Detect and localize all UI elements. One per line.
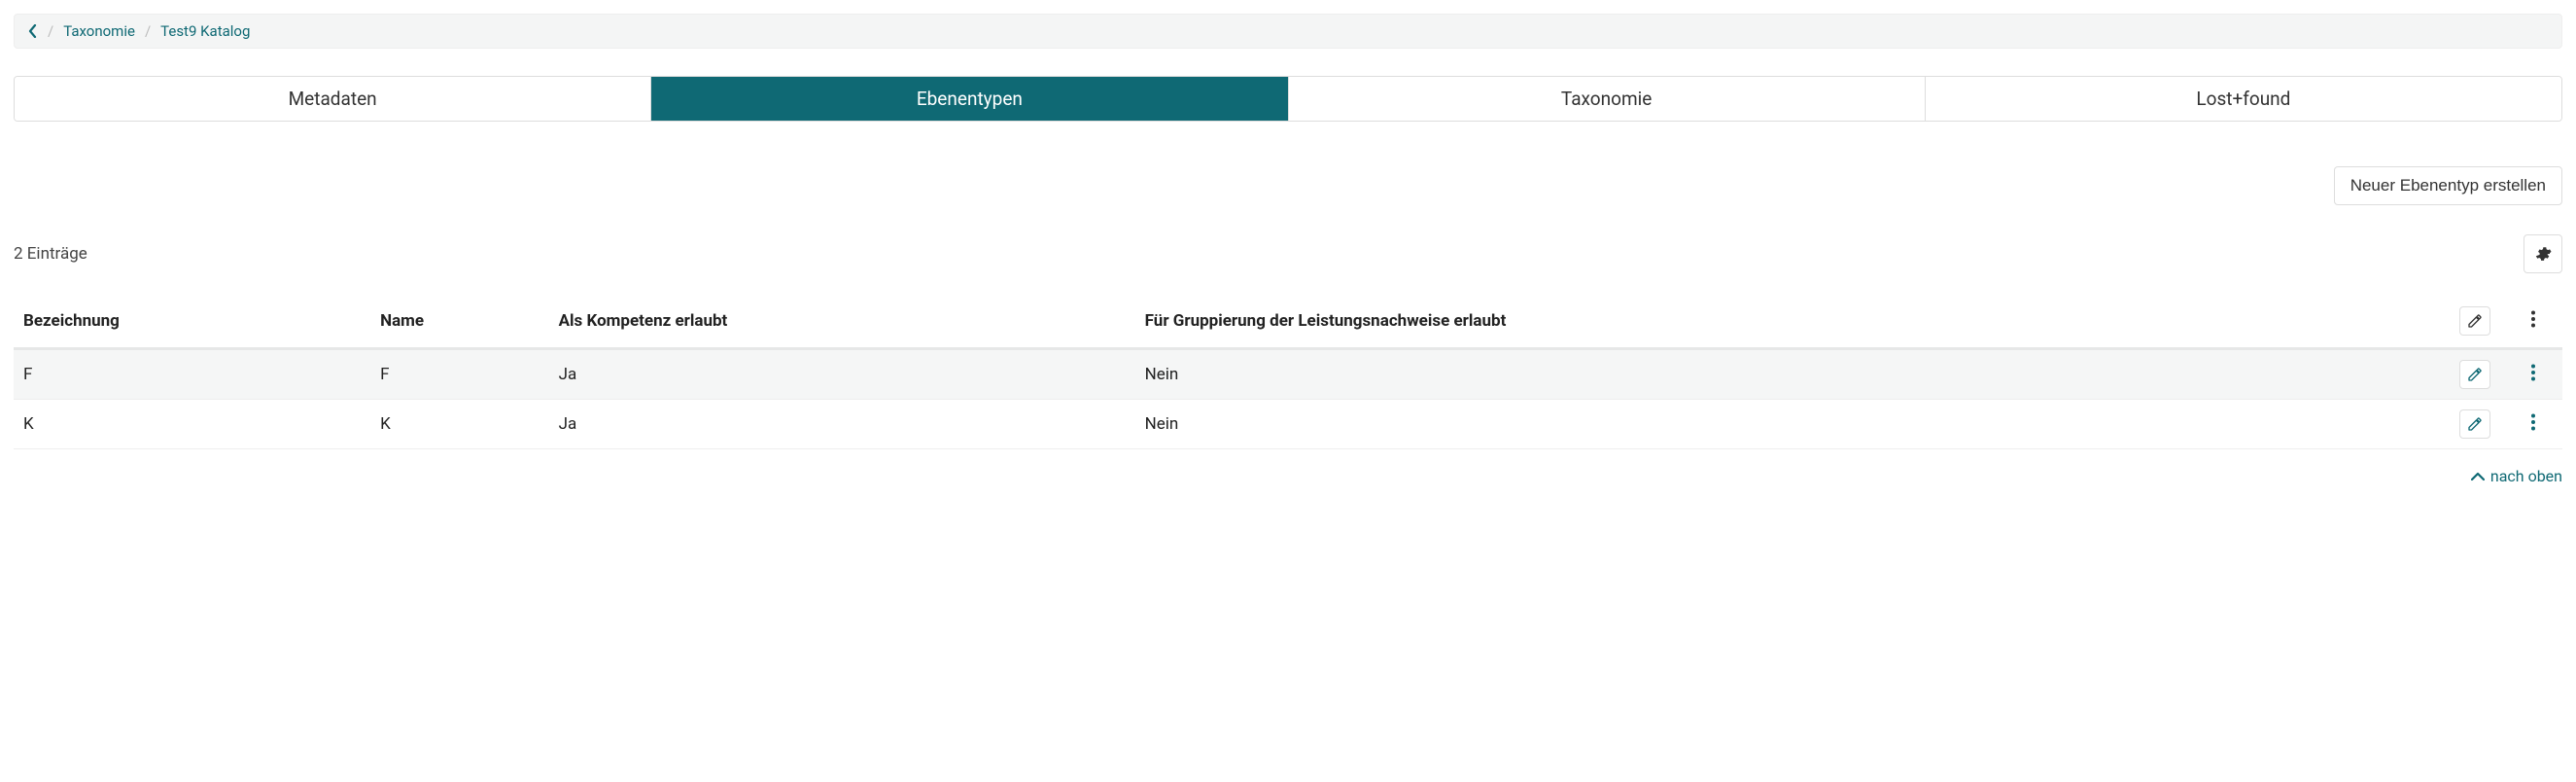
- col-header-kompetenz: Als Kompetenz erlaubt: [549, 295, 1135, 349]
- breadcrumb-item-taxonomie[interactable]: Taxonomie: [63, 22, 135, 40]
- tab-metadaten[interactable]: Metadaten: [15, 77, 651, 121]
- tab-ebenentypen[interactable]: Ebenentypen: [651, 77, 1288, 121]
- row-edit-button[interactable]: [2459, 409, 2490, 439]
- breadcrumb-sep: /: [145, 22, 151, 40]
- chevron-left-icon: [28, 24, 38, 38]
- cell-bezeichnung: F: [14, 349, 370, 400]
- tab-taxonomie[interactable]: Taxonomie: [1289, 77, 1926, 121]
- tabs: Metadaten Ebenentypen Taxonomie Lost+fou…: [14, 76, 2562, 122]
- gear-icon: [2534, 245, 2552, 263]
- cell-kompetenz: Ja: [549, 349, 1135, 400]
- cell-gruppierung: Nein: [1135, 400, 2446, 449]
- row-menu-button[interactable]: [2530, 413, 2536, 431]
- cell-name: K: [370, 400, 549, 449]
- edit-icon: [2467, 367, 2483, 382]
- table-row: K K Ja Nein: [14, 400, 2562, 449]
- table-settings-button[interactable]: [2524, 234, 2562, 273]
- col-header-gruppierung: Für Gruppierung der Leistungsnachweise e…: [1135, 295, 2446, 349]
- row-menu-button[interactable]: [2530, 364, 2536, 381]
- breadcrumb-item-katalog[interactable]: Test9 Katalog: [160, 22, 250, 40]
- col-header-name: Name: [370, 295, 549, 349]
- cell-kompetenz: Ja: [549, 400, 1135, 449]
- entries-row: 2 Einträge: [14, 234, 2562, 273]
- col-header-bezeichnung: Bezeichnung: [14, 295, 370, 349]
- table-row: F F Ja Nein: [14, 349, 2562, 400]
- edit-icon: [2467, 313, 2483, 329]
- edit-icon: [2467, 416, 2483, 432]
- new-ebenentyp-button[interactable]: Neuer Ebenentyp erstellen: [2334, 166, 2562, 205]
- cell-name: F: [370, 349, 549, 400]
- row-edit-button[interactable]: [2459, 360, 2490, 389]
- breadcrumb: / Taxonomie / Test9 Katalog: [14, 14, 2562, 49]
- chevron-up-icon: [2471, 472, 2485, 481]
- bulk-edit-button[interactable]: [2459, 306, 2490, 336]
- back-to-top-link[interactable]: nach oben: [14, 467, 2562, 485]
- kebab-icon: [2530, 364, 2536, 381]
- bulk-menu-button[interactable]: [2530, 310, 2536, 328]
- cell-bezeichnung: K: [14, 400, 370, 449]
- action-row: Neuer Ebenentyp erstellen: [14, 166, 2562, 205]
- entries-count-label: 2 Einträge: [14, 244, 87, 264]
- cell-gruppierung: Nein: [1135, 349, 2446, 400]
- back-to-top-label: nach oben: [2490, 467, 2562, 485]
- kebab-icon: [2530, 310, 2536, 328]
- breadcrumb-back[interactable]: [28, 24, 38, 38]
- kebab-icon: [2530, 413, 2536, 431]
- ebenentypen-table: Bezeichnung Name Als Kompetenz erlaubt F…: [14, 295, 2562, 449]
- table-header-row: Bezeichnung Name Als Kompetenz erlaubt F…: [14, 295, 2562, 349]
- breadcrumb-sep: /: [48, 22, 53, 40]
- tab-lostfound[interactable]: Lost+found: [1926, 77, 2561, 121]
